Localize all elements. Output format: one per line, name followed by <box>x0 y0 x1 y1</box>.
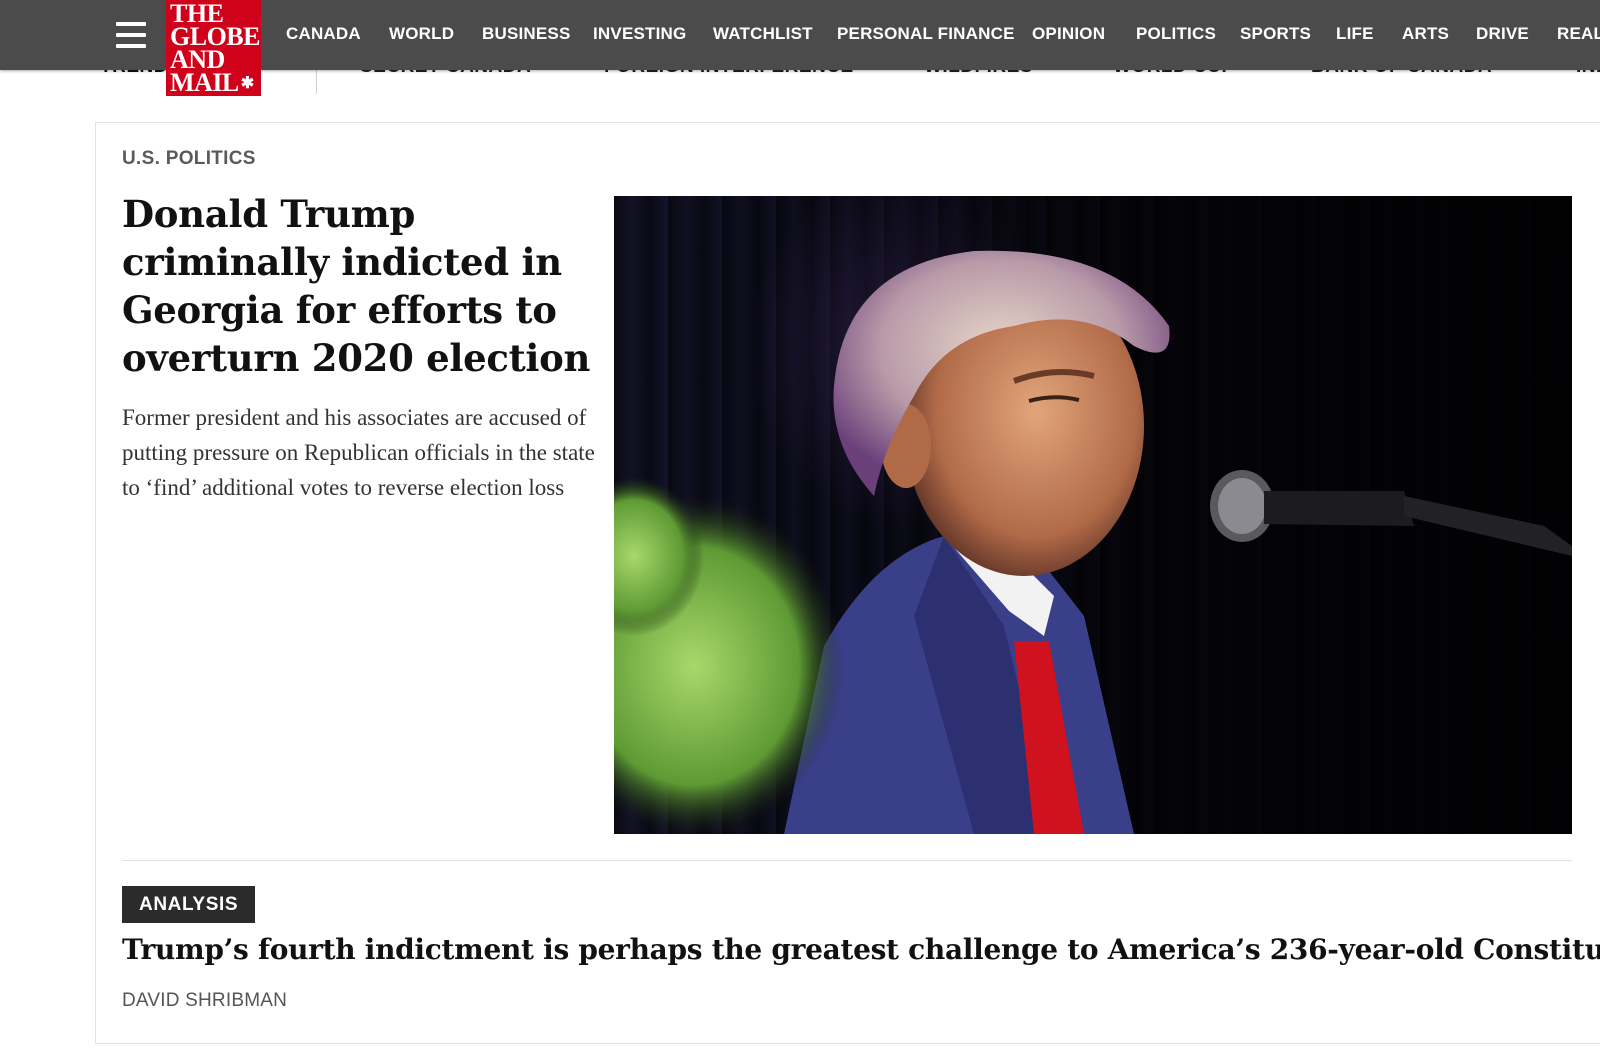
menu-icon[interactable] <box>116 22 146 48</box>
nav-item-life[interactable]: LIFE <box>1336 24 1374 44</box>
analysis-badge: ANALYSIS <box>122 886 256 923</box>
author-byline[interactable]: DAVID SHRIBMAN <box>122 990 287 1012</box>
nav-item-personal-finance[interactable]: PERSONAL FINANCE <box>837 24 1015 44</box>
nav-item-canada[interactable]: CANADA <box>286 24 361 44</box>
nav-item-watchlist[interactable]: WATCHLIST <box>713 24 813 44</box>
lead-dek: Former president and his associates are … <box>122 405 595 500</box>
related-headline[interactable]: Trump’s fourth indictment is perhaps the… <box>122 930 1600 970</box>
maple-leaf-icon: ✱ <box>240 75 254 92</box>
nav-item-investing[interactable]: INVESTING <box>593 24 686 44</box>
nav-item-business[interactable]: BUSINESS <box>482 24 571 44</box>
lead-photo[interactable] <box>614 196 1572 834</box>
nav-item-real[interactable]: REAL <box>1557 24 1600 44</box>
nav-item-sports[interactable]: SPORTS <box>1240 24 1311 44</box>
nav-item-world[interactable]: WORLD <box>389 24 454 44</box>
nav-item-arts[interactable]: ARTS <box>1402 24 1449 44</box>
nav-item-drive[interactable]: DRIVE <box>1476 24 1529 44</box>
story-divider <box>122 860 1572 861</box>
lead-headline[interactable]: Donald Trump criminally indicted in Geor… <box>122 190 592 382</box>
globe-and-mail-logo[interactable]: THE GLOBE AND MAIL ✱ <box>166 0 261 96</box>
lead-photo-illustration <box>614 250 1572 834</box>
nav-item-politics[interactable]: POLITICS <box>1136 24 1216 44</box>
nav-item-opinion[interactable]: OPINION <box>1032 24 1105 44</box>
section-label[interactable]: U.S. POLITICS <box>122 148 256 170</box>
